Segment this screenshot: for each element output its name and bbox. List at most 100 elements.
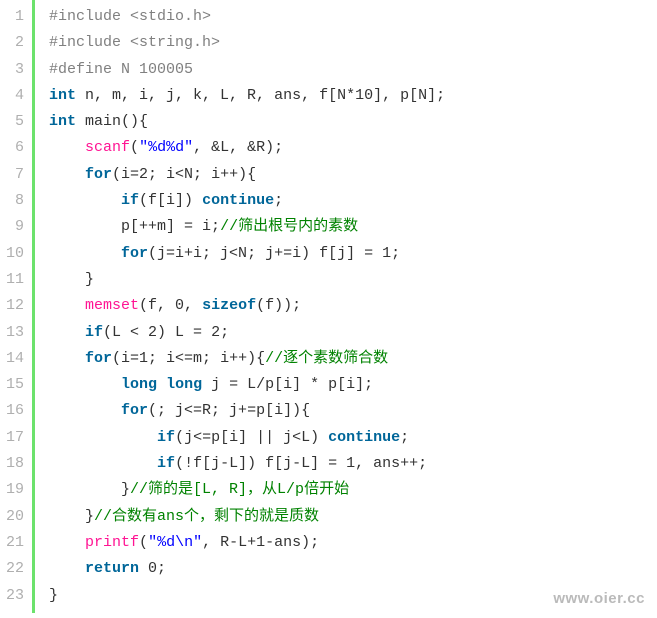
line-number: 5 xyxy=(6,109,24,135)
token-plain: ; xyxy=(400,429,409,446)
code-line: p[++m] = i;//筛出根号内的素数 xyxy=(49,214,657,240)
line-number: 11 xyxy=(6,267,24,293)
token-kw: for xyxy=(85,350,112,367)
code-line: for(; j<=R; j+=p[i]){ xyxy=(49,398,657,424)
token-plain: p[++m] = i; xyxy=(121,218,220,235)
token-kw: continue xyxy=(202,192,274,209)
line-number: 22 xyxy=(6,556,24,582)
line-number: 14 xyxy=(6,346,24,372)
token-plain: (f)); xyxy=(256,297,301,314)
code-line: if(L < 2) L = 2; xyxy=(49,320,657,346)
line-number: 7 xyxy=(6,162,24,188)
code-line: scanf("%d%d", &L, &R); xyxy=(49,135,657,161)
line-number: 12 xyxy=(6,293,24,319)
token-plain: , R-L+1-ans); xyxy=(202,534,319,551)
line-number: 6 xyxy=(6,135,24,161)
line-number: 8 xyxy=(6,188,24,214)
code-block: 1234567891011121314151617181920212223 #i… xyxy=(0,0,657,613)
token-kw: for xyxy=(85,166,112,183)
token-str: "%d%d" xyxy=(139,139,193,156)
code-line: } xyxy=(49,267,657,293)
code-line: }//合数有ans个，剩下的就是质数 xyxy=(49,504,657,530)
code-area: #include <stdio.h> #include <string.h> #de… xyxy=(35,0,657,613)
line-number: 20 xyxy=(6,504,24,530)
token-plain: (L < 2) L = 2; xyxy=(103,324,229,341)
token-cmt: //逐个素数筛合数 xyxy=(265,350,388,367)
token-plain: (i=1; i<=m; i++){ xyxy=(112,350,265,367)
line-number: 23 xyxy=(6,583,24,609)
line-number: 18 xyxy=(6,451,24,477)
line-number: 9 xyxy=(6,214,24,240)
token-plain: (!f[j-L]) f[j-L] = 1, ans++; xyxy=(175,455,427,472)
token-plain: } xyxy=(121,481,130,498)
code-line: #define N 100005 xyxy=(49,57,657,83)
token-plain: ; xyxy=(274,192,283,209)
token-plain: } xyxy=(85,508,94,525)
code-container: 1234567891011121314151617181920212223 #i… xyxy=(0,0,657,613)
line-number: 13 xyxy=(6,320,24,346)
code-line: #include <stdio.h> xyxy=(49,4,657,30)
token-fn: memset xyxy=(85,297,139,314)
line-number: 1 xyxy=(6,4,24,30)
token-pp: #include <stdio.h> xyxy=(49,8,211,25)
token-kw: continue xyxy=(328,429,400,446)
line-number-gutter: 1234567891011121314151617181920212223 xyxy=(0,0,35,613)
token-plain: , &L, &R); xyxy=(193,139,283,156)
watermark: www.oier.cc xyxy=(553,590,645,607)
token-plain: (j=i+i; j<N; j+=i) f[j] = 1; xyxy=(148,245,400,262)
code-line: }//筛的是[L, R]，从L/p倍开始 xyxy=(49,477,657,503)
line-number: 17 xyxy=(6,425,24,451)
line-number: 3 xyxy=(6,57,24,83)
token-plain xyxy=(157,376,166,393)
token-plain: 0; xyxy=(139,560,166,577)
token-kw: long xyxy=(121,376,157,393)
token-pp: #define N 100005 xyxy=(49,61,193,78)
line-number: 19 xyxy=(6,477,24,503)
code-line: #include <string.h> xyxy=(49,30,657,56)
token-cmt: //合数有ans个，剩下的就是质数 xyxy=(94,508,319,525)
token-plain: (; j<=R; j+=p[i]){ xyxy=(148,402,310,419)
token-plain: } xyxy=(49,587,58,604)
token-plain: (f[i]) xyxy=(139,192,202,209)
token-kw: for xyxy=(121,402,148,419)
token-plain: main(){ xyxy=(76,113,148,130)
code-line: memset(f, 0, sizeof(f)); xyxy=(49,293,657,319)
line-number: 4 xyxy=(6,83,24,109)
code-line: for(i=2; i<N; i++){ xyxy=(49,162,657,188)
token-plain: j = L/p[i] * p[i]; xyxy=(202,376,373,393)
token-kw: sizeof xyxy=(202,297,256,314)
token-kw: if xyxy=(121,192,139,209)
token-kw: long xyxy=(166,376,202,393)
token-kw: int xyxy=(49,87,76,104)
token-plain: (j<=p[i] || j<L) xyxy=(175,429,328,446)
code-line: for(i=1; i<=m; i++){//逐个素数筛合数 xyxy=(49,346,657,372)
code-line: if(!f[j-L]) f[j-L] = 1, ans++; xyxy=(49,451,657,477)
token-plain: (i=2; i<N; i++){ xyxy=(112,166,256,183)
token-cmt: //筛的是[L, R]，从L/p倍开始 xyxy=(130,481,349,498)
token-plain: ( xyxy=(139,534,148,551)
token-plain: n, m, i, j, k, L, R, ans, f[N*10], p[N]; xyxy=(76,87,445,104)
token-plain: } xyxy=(85,271,94,288)
token-kw: for xyxy=(121,245,148,262)
code-line: int main(){ xyxy=(49,109,657,135)
token-kw: if xyxy=(157,455,175,472)
line-number: 15 xyxy=(6,372,24,398)
token-kw: int xyxy=(49,113,76,130)
line-number: 21 xyxy=(6,530,24,556)
code-line: if(j<=p[i] || j<L) continue; xyxy=(49,425,657,451)
code-line: if(f[i]) continue; xyxy=(49,188,657,214)
line-number: 2 xyxy=(6,30,24,56)
token-pp: #include <string.h> xyxy=(49,34,220,51)
token-fn: scanf xyxy=(85,139,130,156)
code-line: long long j = L/p[i] * p[i]; xyxy=(49,372,657,398)
token-kw: if xyxy=(157,429,175,446)
line-number: 10 xyxy=(6,241,24,267)
token-plain: ( xyxy=(130,139,139,156)
code-line: printf("%d\n", R-L+1-ans); xyxy=(49,530,657,556)
token-plain: (f, 0, xyxy=(139,297,202,314)
code-line: for(j=i+i; j<N; j+=i) f[j] = 1; xyxy=(49,241,657,267)
token-kw: return xyxy=(85,560,139,577)
token-fn: printf xyxy=(85,534,139,551)
code-line: return 0; xyxy=(49,556,657,582)
token-kw: if xyxy=(85,324,103,341)
